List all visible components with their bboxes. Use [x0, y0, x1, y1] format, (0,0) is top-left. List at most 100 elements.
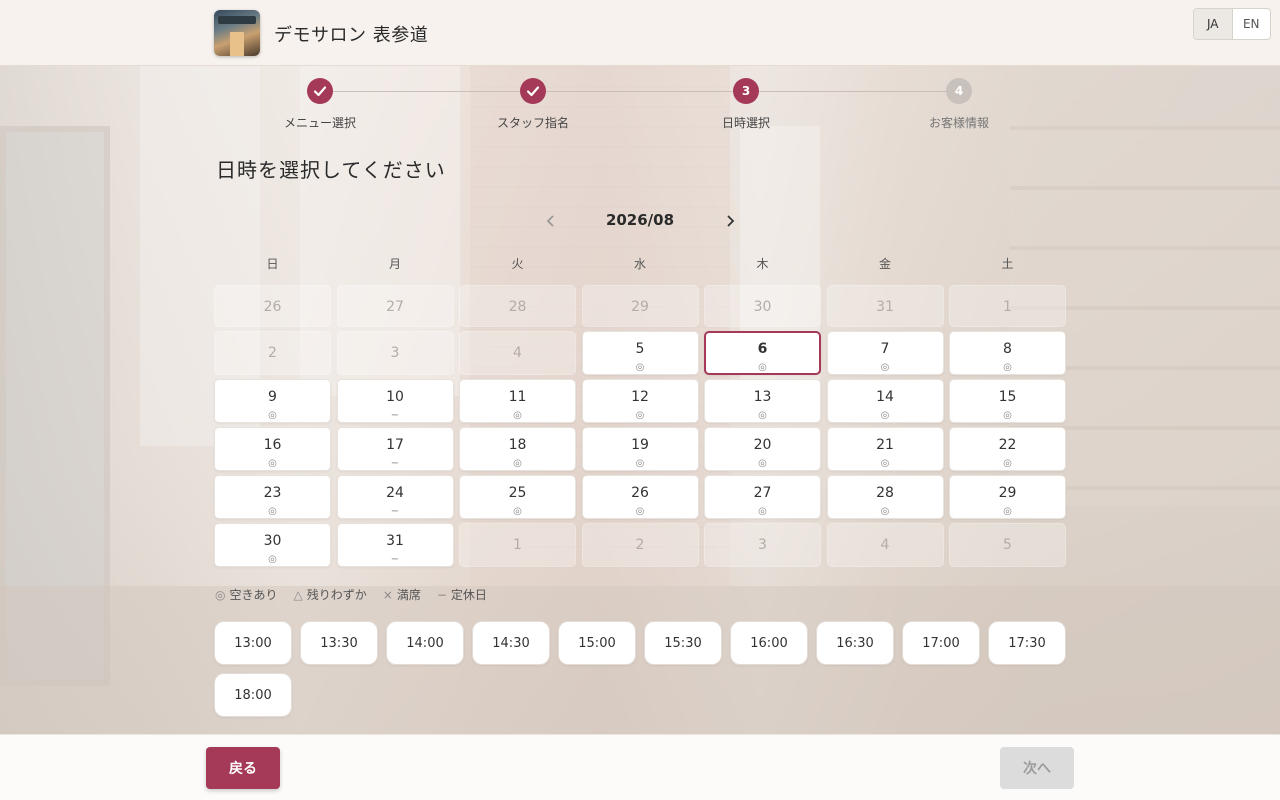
day-number: 11 [508, 389, 527, 405]
calendar-day[interactable]: 23 ◎ [214, 475, 331, 519]
legend-item: ◎ 空きあり [215, 586, 278, 603]
step-customer-info: 4 お客様情報 [889, 78, 1029, 131]
available-icon: ◎ [635, 410, 645, 421]
available-icon: ◎ [635, 506, 645, 517]
calendar-day[interactable]: 9 ◎ [214, 379, 331, 423]
calendar-day[interactable]: 29 ◎ [949, 475, 1066, 519]
calendar-day[interactable]: 12 ◎ [581, 379, 699, 423]
day-number: 15 [998, 389, 1017, 405]
calendar-day[interactable]: 25 ◎ [459, 475, 576, 519]
time-slot-button[interactable]: 18:00 [214, 673, 292, 717]
day-number: 5 [1003, 537, 1012, 553]
day-number: 3 [758, 537, 767, 553]
salon-logo[interactable] [214, 10, 260, 56]
day-number: 28 [876, 485, 894, 501]
step-staff: スタッフ指名 [463, 78, 603, 131]
calendar-day: 3 [336, 331, 454, 375]
calendar-day[interactable]: 14 ◎ [826, 379, 944, 423]
legend-item: − 定休日 [437, 586, 487, 603]
page-title: 日時を選択してください [216, 158, 446, 182]
closed-icon: − [390, 554, 400, 565]
day-number: 3 [390, 345, 400, 361]
day-number: 4 [880, 537, 890, 553]
calendar-day[interactable]: 26 ◎ [581, 475, 699, 519]
calendar-day[interactable]: 30 ◎ [214, 523, 331, 567]
available-icon: ◎ [880, 458, 890, 469]
time-slot-button[interactable]: 17:30 [988, 621, 1066, 665]
calendar-day[interactable]: 11 ◎ [459, 379, 576, 423]
available-icon: ◎ [513, 458, 522, 469]
available-icon: ◎ [635, 362, 645, 373]
step-menu: メニュー選択 [250, 78, 390, 131]
calendar-day[interactable]: 21 ◎ [826, 427, 944, 471]
legend-label: 満席 [396, 588, 421, 602]
closed-icon: − [390, 506, 400, 517]
day-number: 1 [1003, 299, 1012, 315]
app-header: デモサロン 表参道 JA EN [0, 0, 1280, 66]
calendar-day: 1 [459, 523, 576, 567]
day-number: 17 [386, 437, 404, 453]
day-number: 4 [513, 345, 522, 361]
time-slot-button[interactable]: 17:00 [902, 621, 980, 665]
lang-ja-button[interactable]: JA [1194, 9, 1233, 39]
available-icon: ◎ [880, 410, 890, 421]
calendar-day[interactable]: 7 ◎ [826, 331, 944, 375]
calendar-day[interactable]: 22 ◎ [949, 427, 1066, 471]
day-number: 5 [635, 341, 645, 357]
available-icon: ◎ [513, 410, 522, 421]
available-icon: ◎ [758, 506, 767, 517]
salon-name: デモサロン 表参道 [274, 25, 429, 46]
time-slot-button[interactable]: 13:00 [214, 621, 292, 665]
calendar-day: 28 [459, 285, 576, 327]
calendar-day[interactable]: 19 ◎ [581, 427, 699, 471]
calendar-day[interactable]: 8 ◎ [949, 331, 1066, 375]
back-button[interactable]: 戻る [206, 747, 280, 789]
day-number: 16 [263, 437, 282, 453]
time-slot-button[interactable]: 15:00 [558, 621, 636, 665]
time-slot-button[interactable]: 15:30 [644, 621, 722, 665]
available-icon: ◎ [268, 458, 277, 469]
calendar-day[interactable]: 20 ◎ [704, 427, 821, 471]
day-number: 30 [263, 533, 282, 549]
language-switcher: JA EN [1193, 8, 1271, 40]
chevron-left-icon[interactable] [540, 208, 562, 234]
step-number-todo: 4 [946, 78, 972, 104]
time-slot-button[interactable]: 14:00 [386, 621, 464, 665]
lang-en-button[interactable]: EN [1233, 9, 1271, 39]
calendar-day-selected[interactable]: 6 ◎ [704, 331, 821, 375]
calendar-day: 26 [214, 285, 331, 327]
time-slot-button[interactable]: 14:30 [472, 621, 550, 665]
calendar-day: 2 [214, 331, 331, 375]
day-number: 23 [263, 485, 282, 501]
day-number: 12 [631, 389, 649, 405]
weekday-label: 木 [756, 257, 769, 271]
chevron-right-icon[interactable] [719, 208, 741, 234]
calendar-day[interactable]: 5 ◎ [581, 331, 699, 375]
weekday-label: 日 [266, 257, 279, 271]
day-number: 25 [508, 485, 527, 501]
available-icon: ◎ [758, 362, 767, 373]
available-icon: ◎ [1003, 362, 1012, 373]
day-number: 27 [386, 299, 404, 315]
calendar-day[interactable]: 27 ◎ [704, 475, 821, 519]
calendar-day[interactable]: 15 ◎ [949, 379, 1066, 423]
time-slot-button[interactable]: 16:30 [816, 621, 894, 665]
available-icon: ◎ [513, 506, 522, 517]
logo-awning [218, 16, 256, 24]
day-number: 7 [880, 341, 890, 357]
calendar-day[interactable]: 18 ◎ [459, 427, 576, 471]
logo-door [230, 32, 244, 56]
day-number: 2 [635, 537, 645, 553]
footer-bar: 戻る 次へ [0, 734, 1280, 800]
time-slot-button[interactable]: 16:00 [730, 621, 808, 665]
calendar-day[interactable]: 28 ◎ [826, 475, 944, 519]
available-icon: ◎ [1003, 458, 1012, 469]
day-number: 14 [876, 389, 894, 405]
calendar-day[interactable]: 16 ◎ [214, 427, 331, 471]
weekday-label: 月 [388, 257, 401, 271]
calendar-day: 10 − [336, 379, 454, 423]
time-slot-button[interactable]: 13:30 [300, 621, 378, 665]
day-number: 18 [508, 437, 527, 453]
calendar-day[interactable]: 13 ◎ [704, 379, 821, 423]
legend-label: 定休日 [450, 588, 487, 602]
